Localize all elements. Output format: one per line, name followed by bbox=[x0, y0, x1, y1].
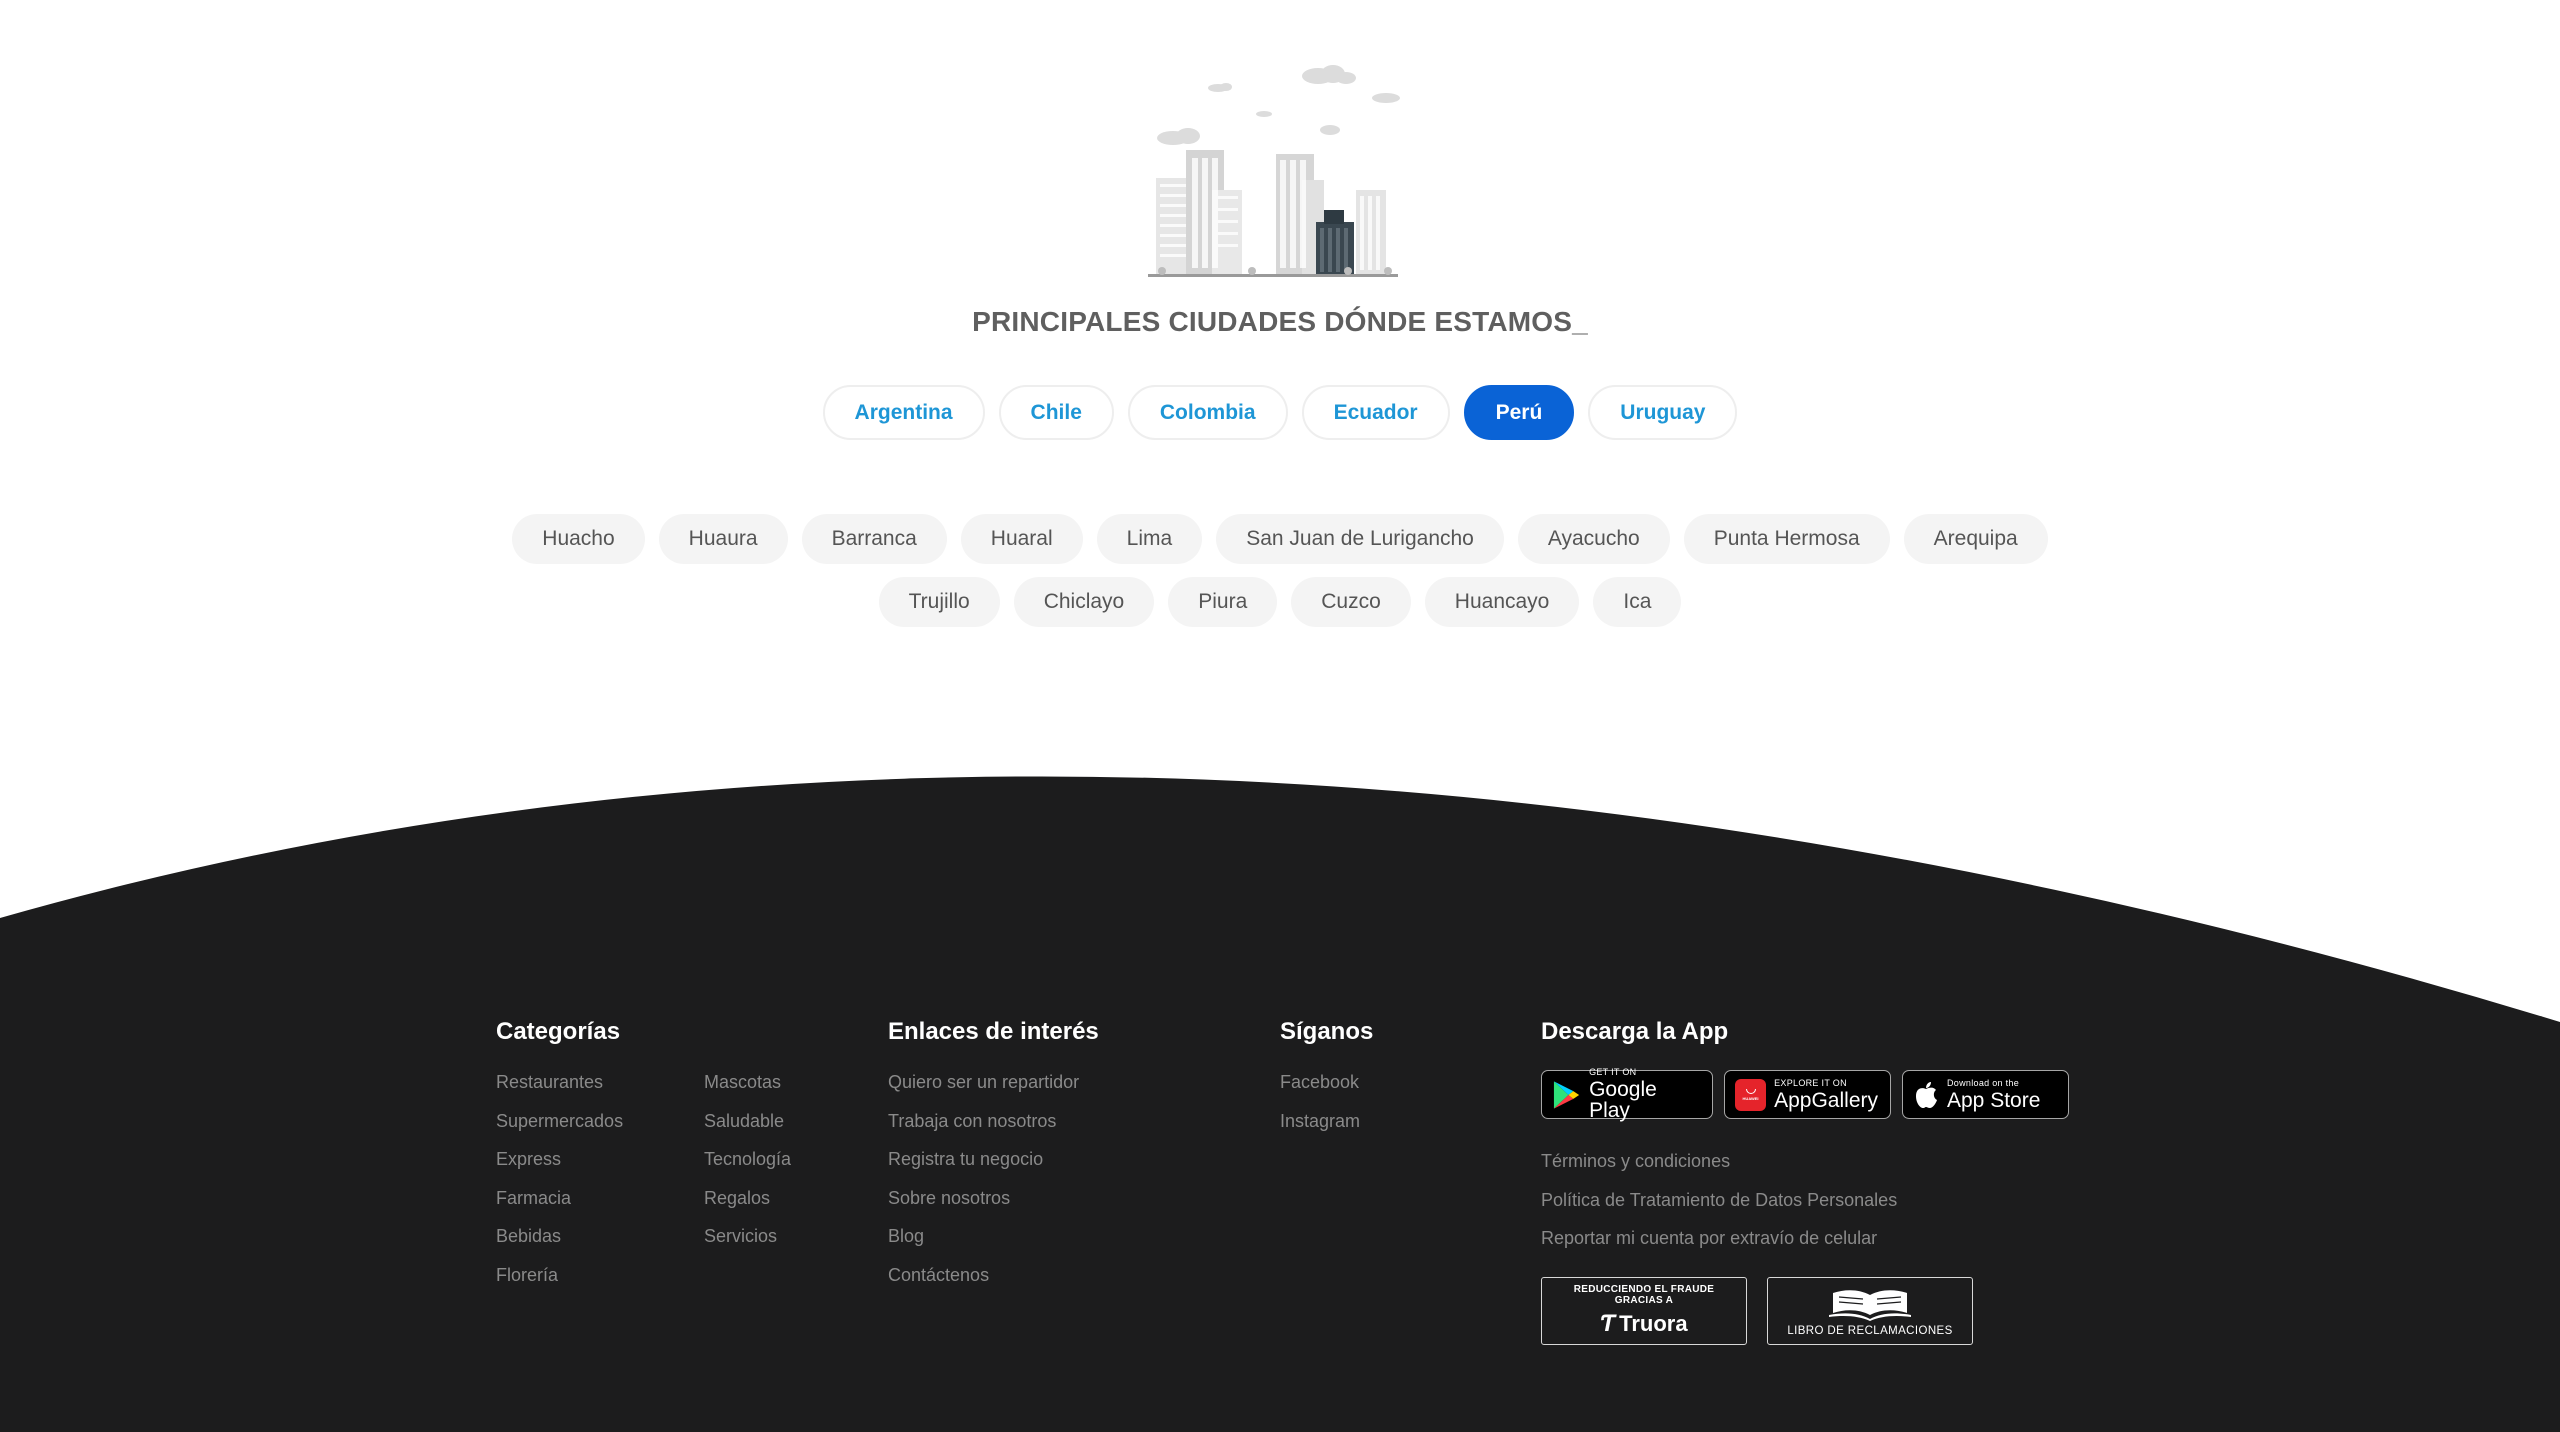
footer-link[interactable]: Farmacia bbox=[496, 1186, 704, 1225]
huawei-icon: HUAWEI bbox=[1735, 1078, 1767, 1111]
footer-link[interactable]: Supermercados bbox=[496, 1109, 704, 1148]
city-chip[interactable]: Barranca bbox=[801, 514, 947, 564]
google-play-badge[interactable]: GET IT ON Google Play bbox=[1541, 1067, 1713, 1122]
city-chip[interactable]: Huaura bbox=[658, 514, 788, 564]
city-chip[interactable]: Huaral bbox=[960, 514, 1083, 564]
tab-colombia[interactable]: Colombia bbox=[1127, 385, 1288, 440]
footer-link[interactable]: Tecnología bbox=[704, 1147, 912, 1186]
truora-caption: REDUCCIENDO EL FRAUDE GRACIAS A bbox=[1573, 1283, 1715, 1306]
links-heading: Enlaces de interés bbox=[888, 1018, 1099, 1045]
footer: Categorías Restaurantes Supermercados Ex… bbox=[0, 740, 2560, 1432]
city-chip[interactable]: Ica bbox=[1593, 577, 1682, 627]
terms-link[interactable]: Términos y condiciones bbox=[1541, 1149, 2069, 1188]
city-chip[interactable]: Piura bbox=[1168, 577, 1278, 627]
tab-uruguay[interactable]: Uruguay bbox=[1588, 385, 1738, 440]
report-lost-phone-link[interactable]: Reportar mi cuenta por extravío de celul… bbox=[1541, 1226, 2069, 1265]
city-chip[interactable]: Huancayo bbox=[1424, 577, 1580, 627]
footer-follow: Síganos Facebook Instagram bbox=[1280, 1018, 1373, 1147]
footer-link[interactable]: Saludable bbox=[704, 1109, 912, 1148]
city-chip[interactable]: Cuzco bbox=[1291, 577, 1411, 627]
city-chip[interactable]: Chiclayo bbox=[1013, 577, 1155, 627]
privacy-policy-link[interactable]: Política de Tratamiento de Datos Persona… bbox=[1541, 1188, 2069, 1227]
google-play-icon bbox=[1553, 1080, 1580, 1109]
footer-link[interactable]: Servicios bbox=[704, 1224, 912, 1263]
city-buildings-illustration bbox=[1148, 65, 1400, 277]
footer-link[interactable]: Bebidas bbox=[496, 1224, 704, 1263]
truora-badge[interactable]: REDUCCIENDO EL FRAUDE GRACIAS A Ƭ Truora bbox=[1541, 1276, 1747, 1345]
footer-link[interactable]: Restaurantes bbox=[496, 1070, 704, 1109]
huawei-logo-text: HUAWEI bbox=[1742, 1095, 1759, 1101]
footer-link[interactable]: Florería bbox=[496, 1263, 704, 1302]
city-chip[interactable]: Lima bbox=[1096, 514, 1203, 564]
app-heading: Descarga la App bbox=[1541, 1018, 1729, 1045]
categories-list-2: Mascotas Saludable Tecnología Regalos Se… bbox=[704, 1070, 912, 1301]
tab-ecuador[interactable]: Ecuador bbox=[1301, 385, 1450, 440]
tab-chile[interactable]: Chile bbox=[998, 385, 1114, 440]
legal-links: Términos y condiciones Política de Trata… bbox=[1541, 1149, 2069, 1265]
app-store-badge[interactable]: Download on the App Store bbox=[1902, 1070, 2069, 1119]
categories-list-1: Restaurantes Supermercados Express Farma… bbox=[496, 1070, 704, 1301]
complaints-book-badge[interactable]: LIBRO DE RECLAMACIONES bbox=[1767, 1276, 1973, 1345]
app-gallery-label: AppGallery bbox=[1774, 1088, 1878, 1112]
app-gallery-small: EXPLORE IT ON bbox=[1774, 1077, 1847, 1088]
city-chip[interactable]: Huacho bbox=[512, 514, 645, 564]
city-chip[interactable]: Punta Hermosa bbox=[1683, 514, 1890, 564]
tab-argentina[interactable]: Argentina bbox=[822, 385, 985, 440]
complaints-book-label: LIBRO DE RECLAMACIONES bbox=[1787, 1324, 1953, 1337]
footer-link[interactable]: Express bbox=[496, 1147, 704, 1186]
city-chip[interactable]: San Juan de Lurigancho bbox=[1216, 514, 1504, 564]
city-chip[interactable]: Ayacucho bbox=[1517, 514, 1670, 564]
open-book-icon bbox=[1829, 1289, 1911, 1321]
footer-link[interactable]: Regalos bbox=[704, 1186, 912, 1225]
follow-heading: Síganos bbox=[1280, 1018, 1374, 1045]
footer-link[interactable]: Quiero ser un repartidor bbox=[888, 1070, 1099, 1109]
page-title: PRINCIPALES CIUDADES DÓNDE ESTAMOS_ bbox=[972, 306, 1588, 337]
footer-link[interactable]: Blog bbox=[888, 1224, 1099, 1263]
app-store-small: Download on the bbox=[1947, 1077, 2020, 1088]
footer-link[interactable]: Contáctenos bbox=[888, 1263, 1099, 1302]
city-list-row-2: Trujillo Chiclayo Piura Cuzco Huancayo I… bbox=[0, 577, 2560, 627]
page: PRINCIPALES CIUDADES DÓNDE ESTAMOS_ Arge… bbox=[0, 0, 2560, 1432]
footer-link[interactable]: Registra tu negocio bbox=[888, 1147, 1099, 1186]
city-chip[interactable]: Arequipa bbox=[1903, 514, 2048, 564]
city-list-row-1: Huacho Huaura Barranca Huaral Lima San J… bbox=[0, 514, 2560, 564]
country-tabs: Argentina Chile Colombia Ecuador Perú Ur… bbox=[0, 385, 2560, 440]
footer-link[interactable]: Sobre nosotros bbox=[888, 1186, 1099, 1225]
app-gallery-badge[interactable]: HUAWEI EXPLORE IT ON AppGallery bbox=[1724, 1070, 1891, 1119]
tab-peru[interactable]: Perú bbox=[1463, 385, 1575, 440]
footer-categories: Categorías Restaurantes Supermercados Ex… bbox=[496, 1018, 912, 1301]
city-chip[interactable]: Trujillo bbox=[878, 577, 1000, 627]
footer-links: Enlaces de interés Quiero ser un reparti… bbox=[888, 1018, 1099, 1301]
truora-icon: Ƭ bbox=[1600, 1309, 1616, 1337]
facebook-link[interactable]: Facebook bbox=[1280, 1070, 1373, 1109]
google-play-small: GET IT ON bbox=[1589, 1067, 1637, 1077]
apple-icon bbox=[1916, 1081, 1937, 1108]
footer-app: Descarga la App GET IT ON Google Play HU… bbox=[1541, 1018, 2069, 1345]
footer-link[interactable]: Trabaja con nosotros bbox=[888, 1109, 1099, 1148]
instagram-link[interactable]: Instagram bbox=[1280, 1109, 1373, 1148]
categories-heading: Categorías bbox=[496, 1018, 621, 1045]
footer-link[interactable]: Mascotas bbox=[704, 1070, 912, 1109]
google-play-label: Google Play bbox=[1589, 1078, 1657, 1122]
truora-label: Truora bbox=[1619, 1310, 1688, 1336]
app-store-label: App Store bbox=[1947, 1088, 2041, 1112]
